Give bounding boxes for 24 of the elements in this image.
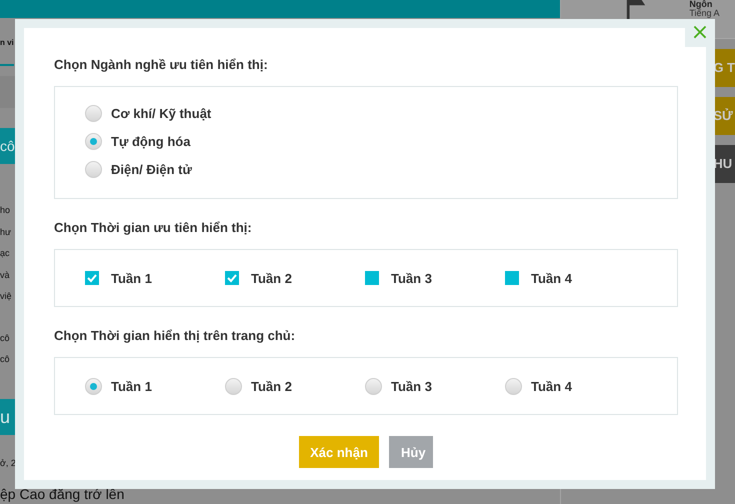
radio-option[interactable]: Tuần 3 <box>365 378 505 394</box>
text-line: việ <box>0 290 12 303</box>
checkbox-option[interactable]: Tuần 1 <box>85 270 225 286</box>
radio-option[interactable]: Cơ khí/ Kỹ thuật <box>85 105 677 122</box>
checkbox-option[interactable]: Tuần 4 <box>505 270 645 286</box>
text-line: và <box>0 268 10 282</box>
language-label: Tiếng A <box>689 9 720 18</box>
text-line: cô <box>0 353 10 366</box>
text-line: ệp Cao đăng trớ lên <box>0 486 124 502</box>
checkbox-option[interactable]: Tuần 3 <box>365 270 505 286</box>
text-line: ho <box>0 204 10 217</box>
section-title: Chọn Thời gian hiển thị trên trang chủ: <box>54 328 296 344</box>
section-title: Chọn Ngành nghề ưu tiên hiển thị: <box>54 57 269 73</box>
section-title: Chọn Thời gian ưu tiên hiển thị: <box>54 220 253 236</box>
checkbox-option[interactable]: Tuần 2 <box>225 270 365 286</box>
radio-option[interactable]: Tuần 4 <box>505 378 645 394</box>
radio-option[interactable]: Tuần 1 <box>85 378 225 394</box>
text-line: cô <box>0 332 10 344</box>
radio-option[interactable]: Tuần 2 <box>225 378 365 394</box>
user-name: Ngôn <box>689 0 714 9</box>
radio-option[interactable]: Tự động hóa <box>85 133 677 150</box>
text-line: ạc <box>0 247 10 260</box>
radio-option[interactable]: Điện/ Điện tử <box>85 161 677 178</box>
text-line: hư <box>0 226 12 238</box>
